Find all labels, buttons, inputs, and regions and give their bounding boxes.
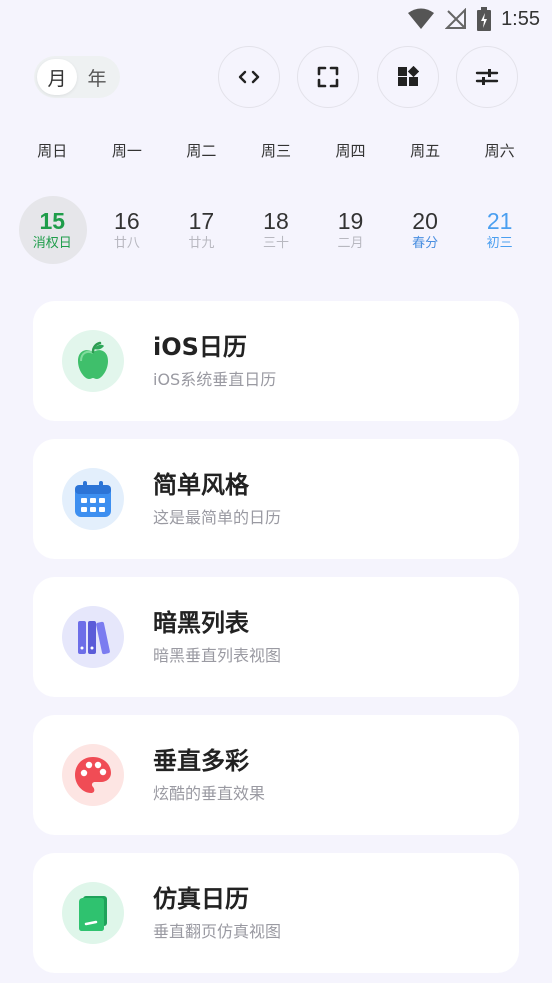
date-lunar: 廿九 [188,236,215,251]
code-icon [238,70,260,84]
date-lunar: 初三 [486,236,513,251]
weekday-sun: 周日 [37,142,68,160]
date-cell[interactable]: 16 廿八 [90,196,165,264]
date-lunar: 廿八 [113,236,140,251]
books-icon [62,606,124,668]
sliders-icon [475,69,499,85]
fullscreen-icon [317,66,339,88]
toggle-month[interactable]: 月 [37,59,77,95]
date-cell[interactable]: 20 春分 [388,196,463,264]
style-card-ios[interactable]: iOS日历 iOS系统垂直日历 [33,301,519,421]
settings-button[interactable] [456,46,518,108]
date-cell-today[interactable]: 15 消权日 [15,196,90,264]
date-cell-saturday[interactable]: 21 初三 [462,196,537,264]
date-number: 18 [263,208,289,234]
week-dates: 15 消权日 16 廿八 17 廿九 18 三十 19 二月 20 春分 21 … [15,196,537,264]
date-cell[interactable]: 19 二月 [313,196,388,264]
fullscreen-button[interactable] [297,46,359,108]
card-title: iOS日历 [153,333,247,361]
wifi-icon [408,8,435,29]
no-signal-icon [445,8,467,29]
calendar-icon [62,468,124,530]
date-number: 19 [337,208,364,234]
date-solar-term: 春分 [412,236,439,251]
status-bar: 1:55 [407,0,552,38]
book-icon [62,882,124,944]
date-number: 21 [486,208,513,234]
weekday-sat: 周六 [484,142,515,160]
card-title: 简单风格 [153,471,249,499]
date-number: 17 [188,208,215,234]
date-cell[interactable]: 18 三十 [239,196,314,264]
style-card-realistic[interactable]: 仿真日历 垂直翻页仿真视图 [33,853,519,973]
apple-icon [62,330,124,392]
weekday-tue: 周二 [186,142,217,160]
date-number: 20 [412,208,438,234]
weekday-fri: 周五 [410,142,441,160]
card-title: 暗黑列表 [153,609,249,637]
style-card-colorful[interactable]: 垂直多彩 炫酷的垂直效果 [33,715,519,835]
status-time: 1:55 [501,7,540,30]
date-lunar: 消权日 [32,236,72,251]
card-description: 这是最简单的日历 [153,508,282,527]
widgets-button[interactable] [377,46,439,108]
toggle-year[interactable]: 年 [77,59,117,95]
weekday-wed: 周三 [260,142,291,160]
weekday-mon: 周一 [111,142,142,160]
date-lunar: 二月 [337,236,364,251]
card-title: 垂直多彩 [153,747,249,775]
weekday-thu: 周四 [335,142,366,160]
date-number: 16 [114,208,140,234]
calendar-screen: 1:55 月 年 周日 周一 周二 周三 周四 周五 周六 15 消权日 16 … [0,0,552,983]
card-description: 暗黑垂直列表视图 [153,646,282,665]
date-lunar: 三十 [262,236,289,251]
style-card-simple[interactable]: 简单风格 这是最简单的日历 [33,439,519,559]
date-cell[interactable]: 17 廿九 [164,196,239,264]
weekday-header: 周日 周一 周二 周三 周四 周五 周六 [15,140,537,161]
card-description: 炫酷的垂直效果 [153,784,266,803]
widgets-icon [398,66,419,86]
card-description: 垂直翻页仿真视图 [153,922,282,941]
palette-icon [62,744,124,806]
date-number: 15 [39,208,66,234]
card-title: 仿真日历 [153,885,249,913]
month-year-toggle[interactable]: 月 年 [34,56,120,98]
battery-charging-icon [477,7,492,31]
code-button[interactable] [218,46,280,108]
card-description: iOS系统垂直日历 [153,370,277,389]
style-card-dark-list[interactable]: 暗黑列表 暗黑垂直列表视图 [33,577,519,697]
